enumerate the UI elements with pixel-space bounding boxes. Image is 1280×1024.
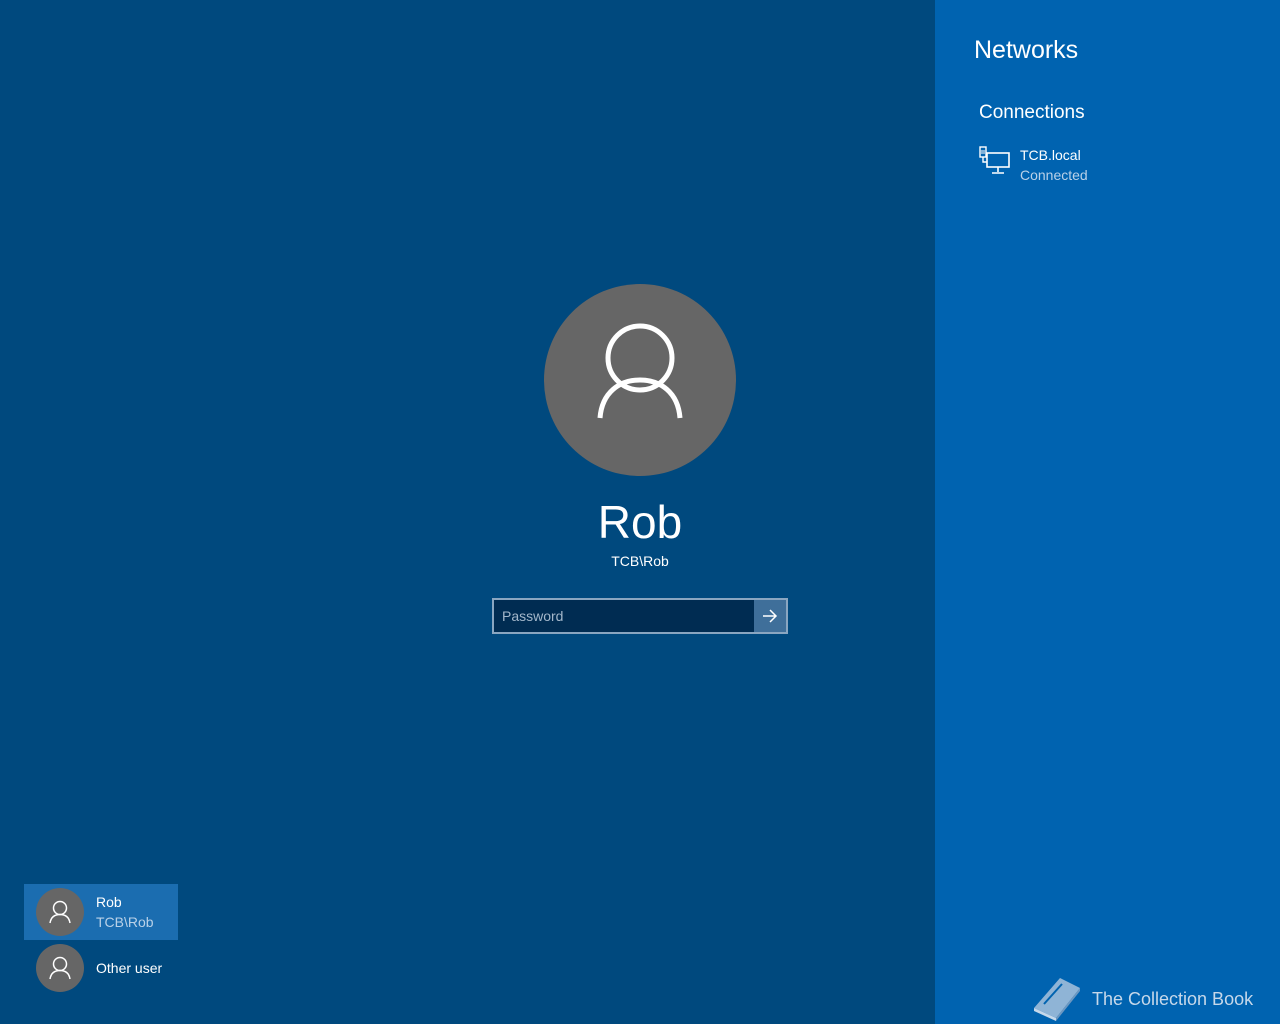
user-tile-other-user[interactable]: Other user <box>24 940 178 996</box>
connections-heading: Connections <box>979 102 1085 123</box>
watermark: The Collection Book <box>1030 972 1270 1022</box>
password-box <box>492 598 788 634</box>
login-main-area: Rob TCB\Rob Rob TCB\Rob Other user <box>0 0 935 1024</box>
networks-title: Networks <box>974 36 1079 64</box>
user-silhouette-icon <box>49 956 71 980</box>
watermark-text: The Collection Book <box>1092 989 1254 1009</box>
user-tile-avatar <box>36 944 84 992</box>
submit-button[interactable] <box>754 600 786 632</box>
networks-panel: Networks Connections TCB.local Connected… <box>935 0 1280 1024</box>
user-display-name: Rob <box>597 496 683 548</box>
network-name: TCB.local <box>1020 147 1081 163</box>
user-account-name: TCB\Rob <box>611 553 669 569</box>
user-avatar <box>544 284 736 476</box>
user-silhouette-icon <box>49 900 71 924</box>
wired-network-icon <box>979 146 1010 174</box>
password-input[interactable] <box>494 600 756 632</box>
user-tile-avatar <box>36 888 84 936</box>
network-status: Connected <box>1020 167 1088 183</box>
user-silhouette-icon <box>597 323 683 419</box>
user-tile-rob[interactable]: Rob TCB\Rob <box>24 884 178 940</box>
user-tile-name: Other user <box>96 960 163 976</box>
user-tile-account: TCB\Rob <box>96 914 154 930</box>
arrow-right-icon <box>763 609 778 623</box>
book-icon <box>1034 978 1080 1021</box>
user-tile-name: Rob <box>96 894 122 910</box>
network-item-tcb-local[interactable]: TCB.local Connected <box>979 144 1179 188</box>
